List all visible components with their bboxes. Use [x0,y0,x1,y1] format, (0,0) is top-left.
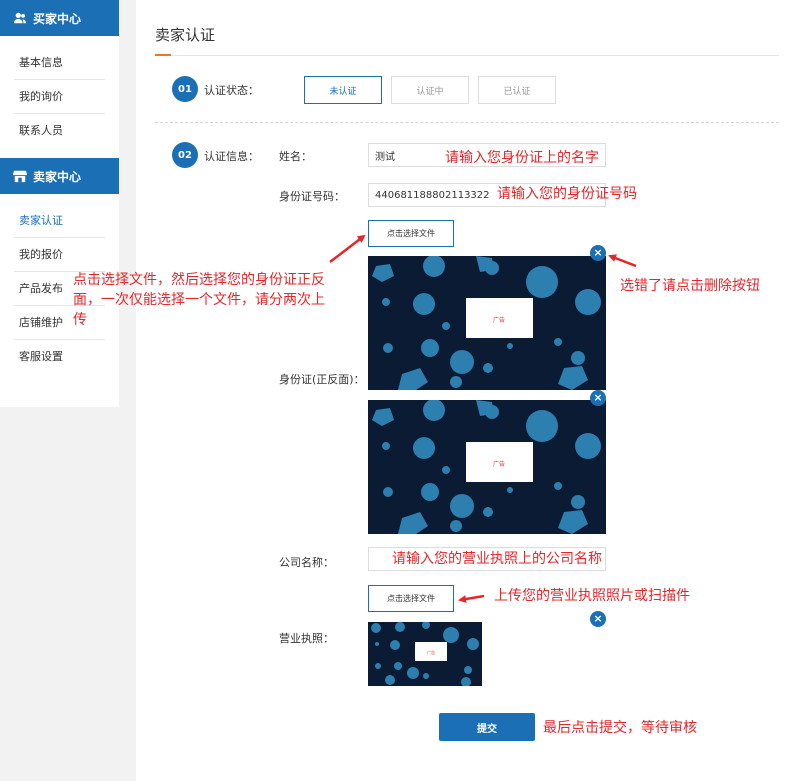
annotation-submit-hint: 最后点击提交，等待审核 [543,720,697,736]
buyer-center-header[interactable]: 买家中心 [0,0,119,36]
section-divider [155,122,779,123]
submit-button[interactable]: 提交 [439,713,535,741]
delete-id-front-button[interactable]: × [590,245,606,261]
store-icon [13,170,27,183]
annotation-id-hint: 请输入您的身份证号码 [497,186,637,202]
step-1-badge: 01 [172,76,198,102]
id-number-label: 身份证号码： [279,190,345,203]
sidebar-item-basic-info[interactable]: 基本信息 [14,46,105,80]
status-verified-button[interactable]: 已认证 [478,76,556,104]
license-image: 广告 [368,622,482,686]
license-label: 营业执照： [279,632,334,645]
title-accent [155,54,171,56]
license-image-graphic: 广告 [371,622,479,686]
sidebar-item-my-quote[interactable]: 我的报价 [14,238,105,272]
delete-license-button[interactable]: × [590,611,606,627]
id-image-back: 广告 [368,400,606,534]
id-image-front: 广告 [368,256,606,390]
page-title: 卖家认证 [155,26,216,44]
annotation-file-hint-line-1: 点击选择文件，然后选择您的身份证正反 [73,272,325,288]
annotation-name-hint: 请输入您身份证上的名字 [445,150,599,166]
license-image-text: 广告 [427,649,435,655]
status-verifying-button[interactable]: 认证中 [391,76,469,104]
users-icon [13,12,27,24]
annotation-license-hint: 上传您的营业执照照片或扫描件 [494,588,690,604]
sidebar-item-my-inquiry[interactable]: 我的询价 [14,80,105,114]
id-image-front-text: 广告 [493,316,505,324]
sidebar-item-seller-auth[interactable]: 卖家认证 [14,204,105,238]
step-2-badge: 02 [172,142,198,168]
annotation-file-hint-line-3: 传 [73,312,87,328]
main-panel: 卖家认证 01 认证状态： 未认证 认证中 已认证 02 认证信息： 姓名： 测… [136,0,803,781]
id-upload-label: 身份证(正反面)： [279,373,365,386]
buyer-center-title: 买家中心 [33,11,82,26]
seller-center-title: 卖家中心 [33,169,82,184]
sidebar: 买家中心 基本信息 我的询价 联系人员 卖家中心 卖家认证 我的报价 产品发布 … [0,0,119,407]
id-image-front-graphic: 广告 [372,256,601,390]
annotation-company-hint: 请输入您的营业执照上的公司名称 [392,551,602,567]
license-file-button[interactable]: 点击选择文件 [368,585,454,612]
annotation-delete-hint: 选错了请点击删除按钮 [620,278,760,294]
buyer-menu: 基本信息 我的询价 联系人员 [0,36,119,158]
company-name-label: 公司名称： [279,556,334,569]
status-unverified-button[interactable]: 未认证 [304,76,382,104]
annotation-file-hint: 点击选择文件，然后选择您的身份证正反 面，一次仅能选择一个文件，请分两次上 传 [73,270,373,330]
id-file-button[interactable]: 点击选择文件 [368,220,454,247]
sidebar-item-service-settings[interactable]: 客服设置 [14,340,105,374]
step-1-label: 认证状态： [204,84,259,97]
name-label: 姓名： [279,150,312,163]
sidebar-item-contacts[interactable]: 联系人员 [14,114,105,148]
id-image-back-graphic: 广告 [372,400,601,534]
title-divider [155,55,779,56]
annotation-file-hint-line-2: 面，一次仅能选择一个文件，请分两次上 [73,292,325,308]
seller-center-header[interactable]: 卖家中心 [0,158,119,194]
delete-id-back-button[interactable]: × [590,390,606,406]
step-2-label: 认证信息： [204,150,259,163]
id-image-back-text: 广告 [493,460,505,468]
